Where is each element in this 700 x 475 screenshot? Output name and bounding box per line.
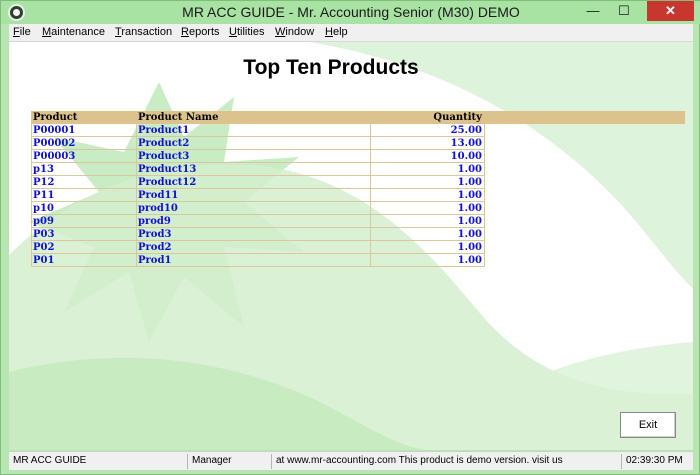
table-row[interactable]: P11 Prod11 1.00: [31, 189, 485, 202]
product-name-cell: Product13: [138, 164, 197, 175]
table-row[interactable]: P12 Product12 1.00: [31, 176, 485, 189]
product-name-cell: Prod2: [138, 242, 172, 253]
column-header-product[interactable]: Product: [33, 111, 77, 124]
menu-reports[interactable]: Reports: [181, 26, 220, 38]
menu-transaction-label: ransaction: [121, 26, 173, 38]
menu-file-label: ile: [19, 26, 31, 38]
table-row[interactable]: P00003 Product3 10.00: [31, 150, 485, 163]
product-code-cell: P00001: [33, 125, 76, 136]
menu-transaction[interactable]: Transaction: [115, 26, 172, 38]
menu-help[interactable]: Help: [325, 26, 348, 38]
product-code-cell: P00002: [33, 138, 76, 149]
product-code-cell: P00003: [33, 151, 76, 162]
status-bar: MR ACC GUIDE Manager at www.mr-accountin…: [9, 451, 693, 470]
product-name-cell: Product3: [138, 151, 190, 162]
menu-utilities-label: tilities: [236, 26, 265, 38]
quantity-cell: 1.00: [457, 177, 482, 188]
menu-help-accel: H: [325, 26, 333, 38]
quantity-cell: 1.00: [457, 255, 482, 266]
menu-reports-label: eports: [188, 26, 220, 38]
table-row[interactable]: p13 Product13 1.00: [31, 163, 485, 176]
product-code-cell: P03: [33, 229, 55, 240]
quantity-cell: 10.00: [450, 151, 482, 162]
product-code-cell: P02: [33, 242, 55, 253]
quantity-cell: 1.00: [457, 190, 482, 201]
report-pane: Top Ten Products Product Product Name Qu…: [9, 42, 693, 450]
report-title: Top Ten Products: [243, 56, 419, 79]
menu-file-accel: F: [13, 26, 20, 38]
product-name-cell: prod10: [138, 203, 178, 214]
quantity-cell: 1.00: [457, 242, 482, 253]
minimize-button[interactable]: —: [579, 1, 607, 21]
table-row[interactable]: p10 prod10 1.00: [31, 202, 485, 215]
product-code-cell: P11: [33, 190, 55, 201]
product-name-cell: Product12: [138, 177, 197, 188]
maximize-button[interactable]: ☐: [610, 1, 638, 21]
product-code-cell: p10: [33, 203, 54, 214]
product-name-cell: Prod1: [138, 255, 172, 266]
menu-maintenance[interactable]: Maintenance: [42, 26, 105, 38]
status-clock: 02:39:30 PM: [621, 454, 693, 469]
product-name-cell: Prod3: [138, 229, 172, 240]
menu-utilities[interactable]: Utilities: [229, 26, 264, 38]
menu-maintenance-accel: M: [42, 26, 52, 38]
quantity-cell: 13.00: [450, 138, 482, 149]
quantity-cell: 1.00: [457, 229, 482, 240]
menu-window-accel: W: [275, 26, 286, 38]
menu-file[interactable]: File: [13, 26, 31, 38]
table-row[interactable]: P02 Prod2 1.00: [31, 241, 485, 254]
quantity-cell: 1.00: [457, 203, 482, 214]
menu-reports-accel: R: [181, 26, 189, 38]
exit-button[interactable]: Exit: [620, 412, 676, 438]
table-row[interactable]: P00002 Product2 13.00: [31, 137, 485, 150]
app-window: MR ACC GUIDE - Mr. Accounting Senior (M3…: [0, 0, 700, 475]
menu-window[interactable]: Window: [275, 26, 314, 38]
product-code-cell: p13: [33, 164, 54, 175]
product-name-cell: Product1: [138, 125, 190, 136]
product-name-cell: Product2: [138, 138, 190, 149]
menu-utilities-accel: U: [229, 26, 237, 38]
product-code-cell: P01: [33, 255, 55, 266]
column-header-quantity[interactable]: Quantity: [371, 111, 484, 124]
grid-header: Product Product Name Quantity: [31, 111, 685, 124]
menu-help-label: elp: [332, 26, 348, 38]
product-name-cell: prod9: [138, 216, 171, 227]
product-name-cell: Prod11: [138, 190, 179, 201]
quantity-cell: 1.00: [457, 216, 482, 227]
close-button[interactable]: ✕: [647, 1, 694, 21]
product-code-cell: p09: [33, 216, 54, 227]
title-bar[interactable]: MR ACC GUIDE - Mr. Accounting Senior (M3…: [1, 1, 700, 24]
menu-maintenance-label: aintenance: [51, 26, 105, 38]
status-app-name: MR ACC GUIDE: [13, 455, 87, 466]
menu-window-label: indow: [285, 26, 315, 38]
status-message: at www.mr-accounting.com This product is…: [271, 454, 621, 469]
quantity-cell: 1.00: [457, 164, 482, 175]
quantity-cell: 25.00: [450, 125, 482, 136]
status-user: Manager: [187, 454, 271, 469]
table-row[interactable]: P00001 Product1 25.00: [31, 124, 485, 137]
table-row[interactable]: P01 Prod1 1.00: [31, 254, 485, 267]
table-row[interactable]: p09 prod9 1.00: [31, 215, 485, 228]
column-header-product-name[interactable]: Product Name: [138, 111, 218, 124]
table-row[interactable]: P03 Prod3 1.00: [31, 228, 485, 241]
product-code-cell: P12: [33, 177, 55, 188]
menu-bar: File Maintenance Transaction Reports Uti…: [9, 24, 693, 42]
